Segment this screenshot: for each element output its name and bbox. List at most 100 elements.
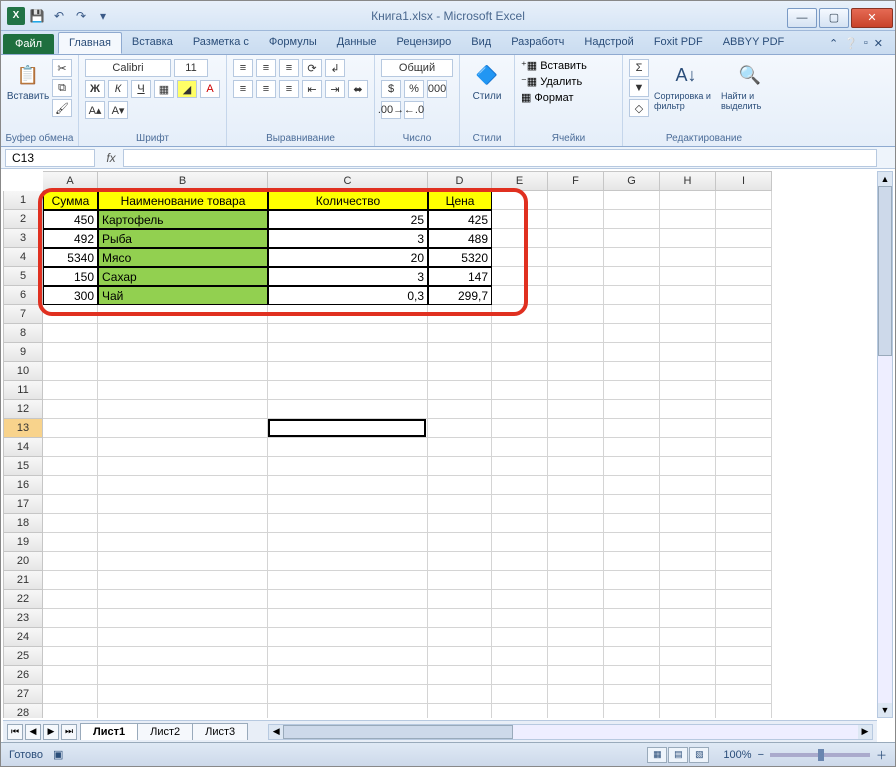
clear-icon[interactable]: ◇ (629, 99, 649, 117)
cell[interactable] (268, 400, 428, 419)
row-header[interactable]: 13 (3, 419, 43, 438)
cell[interactable] (548, 362, 604, 381)
cell[interactable] (604, 514, 660, 533)
orientation-icon[interactable]: ⟳ (302, 59, 322, 77)
bold-button[interactable]: Ж (85, 80, 105, 98)
undo-icon[interactable]: ↶ (49, 6, 69, 26)
cell[interactable] (660, 210, 716, 229)
cell[interactable] (660, 514, 716, 533)
cell[interactable] (43, 552, 98, 571)
cell[interactable] (428, 704, 492, 718)
cell[interactable] (716, 514, 772, 533)
sheet-tab[interactable]: Лист3 (192, 723, 248, 740)
row-header[interactable]: 15 (3, 457, 43, 476)
cell[interactable]: Сахар (98, 267, 268, 286)
cell[interactable] (660, 704, 716, 718)
row-header[interactable]: 12 (3, 400, 43, 419)
cell[interactable] (548, 419, 604, 438)
cell[interactable] (660, 400, 716, 419)
cell[interactable] (492, 248, 548, 267)
align-middle-icon[interactable]: ≡ (256, 59, 276, 77)
cell[interactable] (98, 457, 268, 476)
row-header[interactable]: 8 (3, 324, 43, 343)
cell[interactable] (660, 552, 716, 571)
cell[interactable] (428, 514, 492, 533)
cell[interactable] (660, 685, 716, 704)
cell[interactable] (492, 419, 548, 438)
cell[interactable]: Сумма (43, 191, 98, 210)
cell[interactable] (548, 666, 604, 685)
cell[interactable]: 492 (43, 229, 98, 248)
cell[interactable] (43, 495, 98, 514)
cell[interactable] (716, 362, 772, 381)
row-header[interactable]: 20 (3, 552, 43, 571)
cell[interactable] (428, 685, 492, 704)
row-header[interactable]: 22 (3, 590, 43, 609)
cell[interactable] (604, 609, 660, 628)
cell[interactable] (268, 552, 428, 571)
decrease-decimal-icon[interactable]: ←.0 (404, 101, 424, 119)
inner-close-icon[interactable]: ✕ (874, 37, 883, 50)
cell[interactable] (43, 400, 98, 419)
cell[interactable] (492, 552, 548, 571)
tab-вставка[interactable]: Вставка (122, 32, 183, 54)
cell[interactable] (716, 267, 772, 286)
tab-рецензиро[interactable]: Рецензиро (387, 32, 462, 54)
align-top-icon[interactable]: ≡ (233, 59, 253, 77)
sheet-tab[interactable]: Лист2 (137, 723, 193, 740)
formula-input[interactable] (123, 149, 877, 167)
cell[interactable] (98, 609, 268, 628)
cell[interactable] (268, 324, 428, 343)
maximize-button[interactable]: ▢ (819, 8, 849, 28)
row-header[interactable]: 7 (3, 305, 43, 324)
cell[interactable] (548, 324, 604, 343)
cell[interactable]: Количество (268, 191, 428, 210)
cell[interactable] (492, 324, 548, 343)
cell[interactable] (604, 666, 660, 685)
cell[interactable] (548, 305, 604, 324)
cell[interactable]: Наименование товара (98, 191, 268, 210)
cell[interactable] (716, 210, 772, 229)
cell[interactable] (660, 419, 716, 438)
cell[interactable]: Рыба (98, 229, 268, 248)
row-header[interactable]: 5 (3, 267, 43, 286)
cell[interactable] (43, 571, 98, 590)
col-header-A[interactable]: A (43, 171, 98, 191)
cell[interactable] (43, 666, 98, 685)
cell[interactable] (548, 495, 604, 514)
row-header[interactable]: 9 (3, 343, 43, 362)
cell[interactable] (43, 533, 98, 552)
sort-filter-button[interactable]: A↓ Сортировка и фильтр (654, 59, 718, 144)
macro-record-icon[interactable]: ▣ (53, 748, 63, 761)
scroll-up-icon[interactable]: ▲ (878, 172, 892, 186)
font-color-button[interactable]: A (200, 80, 220, 98)
sheet-first-icon[interactable]: ⏮ (7, 724, 23, 740)
row-header[interactable]: 14 (3, 438, 43, 457)
vertical-scrollbar[interactable]: ▲ ▼ (877, 171, 893, 718)
cell[interactable]: Цена (428, 191, 492, 210)
cell[interactable] (492, 381, 548, 400)
row-header[interactable]: 21 (3, 571, 43, 590)
cell[interactable] (428, 571, 492, 590)
cell[interactable] (548, 685, 604, 704)
cell[interactable] (660, 628, 716, 647)
cell[interactable] (548, 438, 604, 457)
cell[interactable] (268, 685, 428, 704)
cell[interactable] (604, 362, 660, 381)
cell[interactable] (98, 324, 268, 343)
row-header[interactable]: 11 (3, 381, 43, 400)
minimize-button[interactable]: — (787, 8, 817, 28)
sheet-next-icon[interactable]: ▶ (43, 724, 59, 740)
col-header-D[interactable]: D (428, 171, 492, 191)
styles-button[interactable]: 🔷 Стили (466, 59, 508, 144)
cell[interactable] (428, 400, 492, 419)
cell[interactable] (604, 229, 660, 248)
cell[interactable] (98, 533, 268, 552)
comma-icon[interactable]: 000 (427, 80, 447, 98)
cut-icon[interactable]: ✂ (52, 59, 72, 77)
cell[interactable] (492, 400, 548, 419)
cell[interactable] (660, 495, 716, 514)
cell[interactable] (660, 533, 716, 552)
cell[interactable] (492, 628, 548, 647)
col-header-B[interactable]: B (98, 171, 268, 191)
